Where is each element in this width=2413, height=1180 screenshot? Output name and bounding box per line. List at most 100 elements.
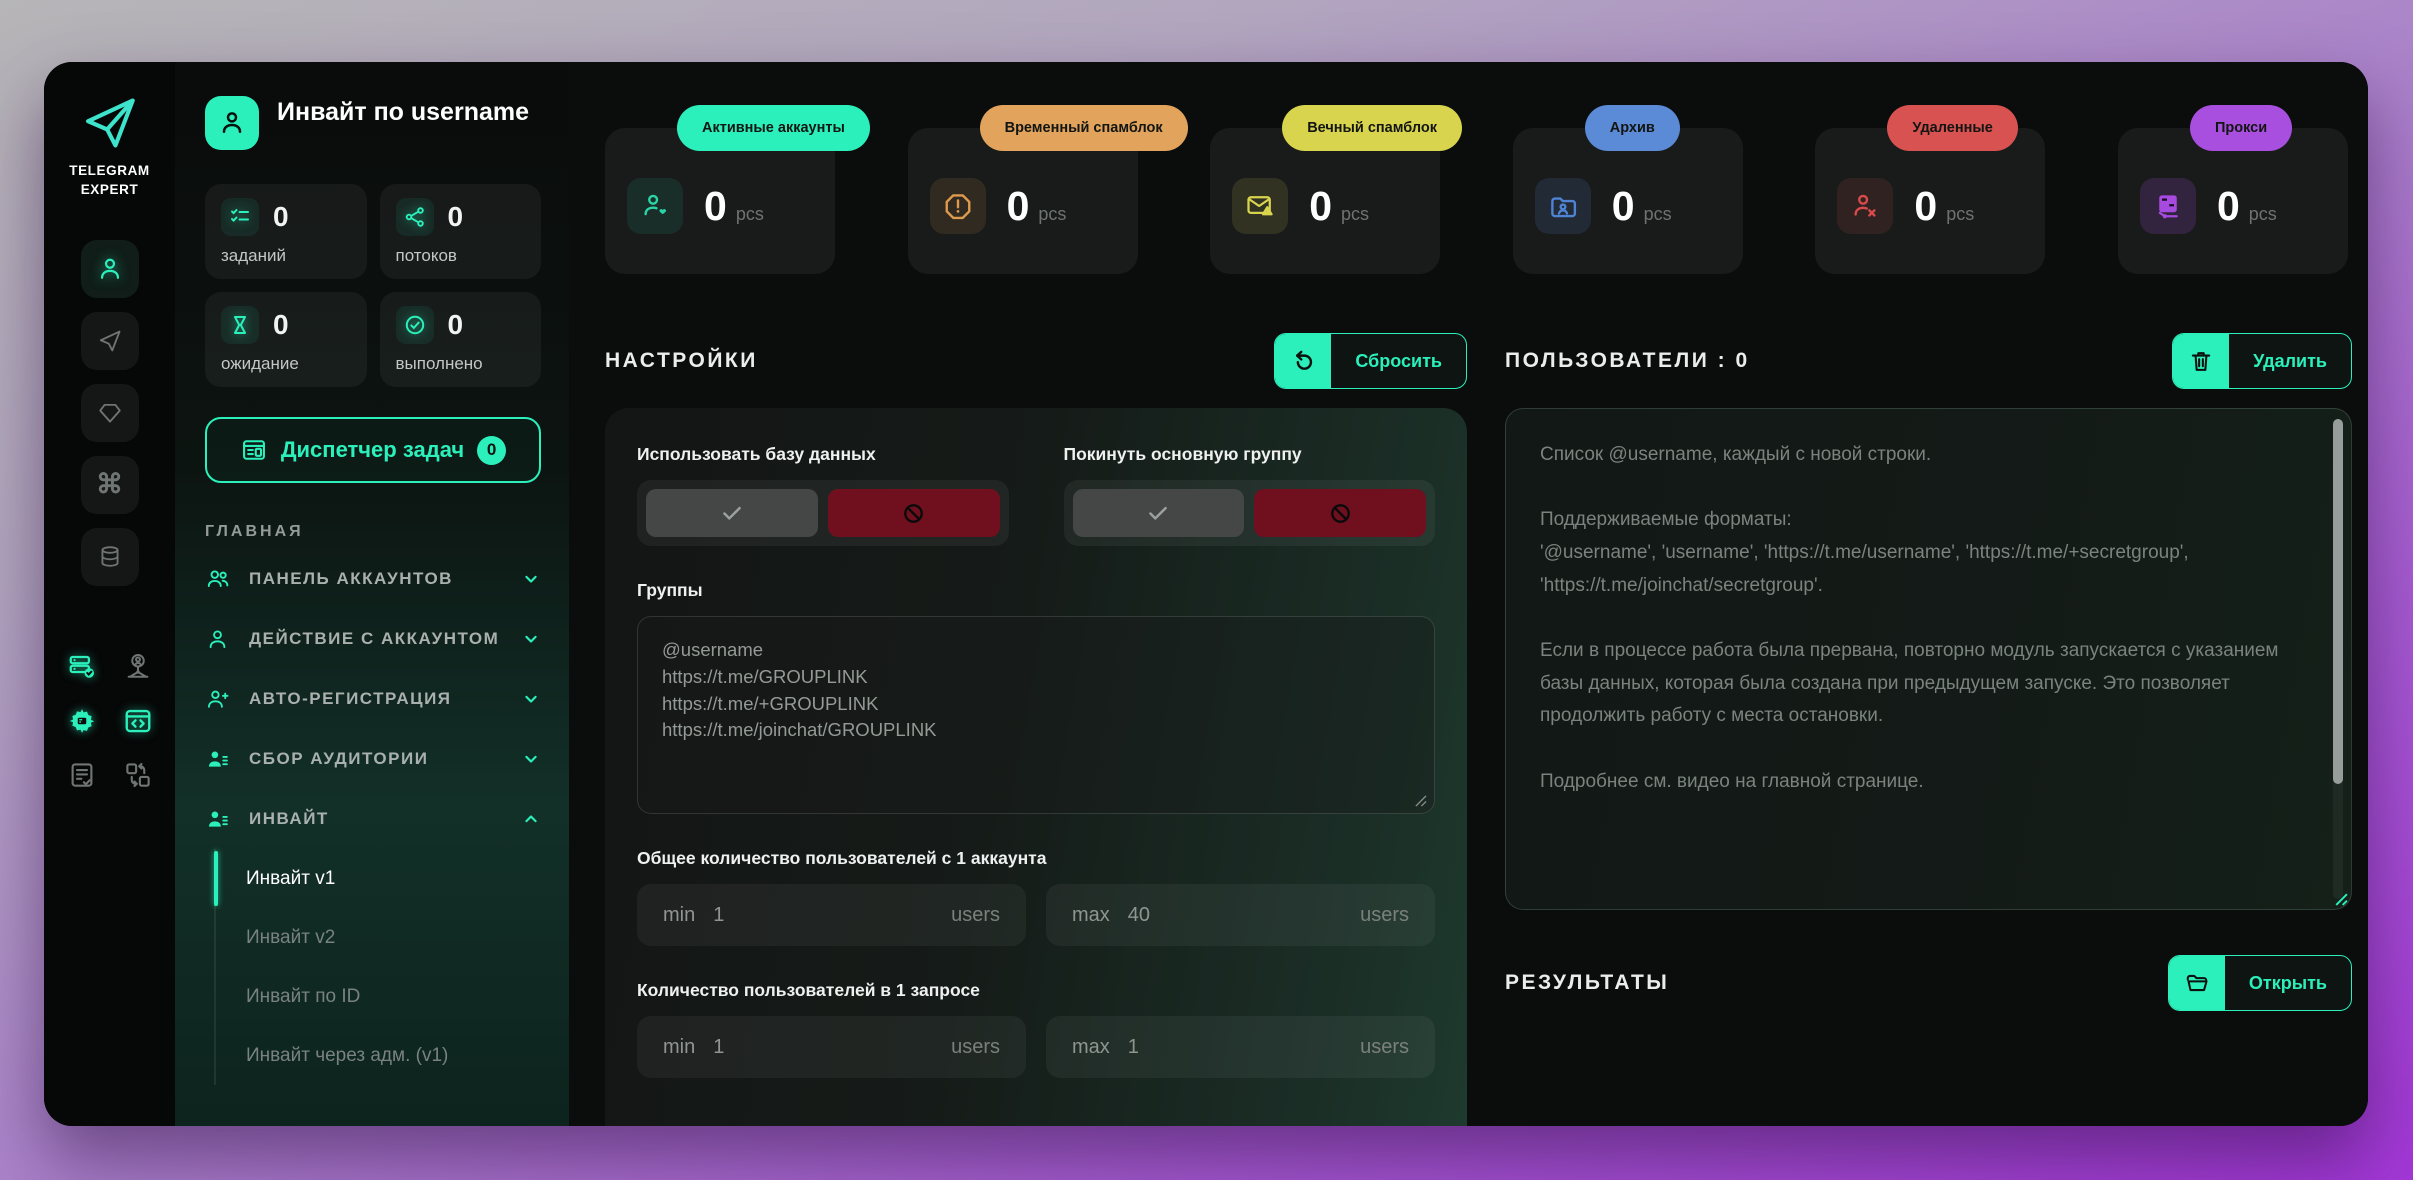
total-users-max-input[interactable]: max 40 users	[1046, 884, 1435, 946]
chevron-down-icon	[521, 569, 541, 589]
check-icon	[719, 500, 745, 526]
users-textarea[interactable]: Список @username, каждый с новой строки.…	[1505, 408, 2352, 910]
person-heart-icon	[627, 178, 683, 234]
telegram-expert-logo-icon	[79, 92, 141, 154]
stat-label: ожидание	[221, 354, 351, 374]
results-title: РЕЗУЛЬТАТЫ	[1505, 971, 1669, 995]
chevron-down-icon	[521, 749, 541, 769]
card-unit: pcs	[1946, 204, 1974, 224]
module-person-icon	[205, 96, 259, 150]
leave-group-no-button[interactable]	[1254, 489, 1426, 537]
swap-icon[interactable]	[123, 760, 153, 790]
checklist-icon	[221, 198, 259, 236]
server-check-icon[interactable]	[67, 652, 97, 682]
per-request-max-input[interactable]: max 1 users	[1046, 1016, 1435, 1078]
card-active-accounts: Активные аккаунты 0pcs	[605, 128, 835, 274]
hourglass-icon	[221, 306, 259, 344]
chevron-down-icon	[521, 629, 541, 649]
total-users-min-input[interactable]: min 1 users	[637, 884, 1026, 946]
stat-value: 0	[448, 201, 464, 233]
reset-button[interactable]: Сбросить	[1274, 333, 1467, 389]
rail-sender-button[interactable]	[81, 312, 139, 370]
open-button-label: Открыть	[2225, 956, 2351, 1010]
rail-premium-button[interactable]	[81, 384, 139, 442]
settings-panel: Использовать базу данных Покинуть основн…	[605, 408, 1467, 1126]
resize-handle-icon[interactable]	[2333, 891, 2348, 906]
status-badge: Вечный спамблок	[1282, 105, 1462, 151]
invite-submenu: Инвайт v1 Инвайт v2 Инвайт по ID Инвайт …	[214, 849, 541, 1085]
people-icon	[205, 566, 233, 592]
status-badge: Прокси	[2190, 105, 2292, 151]
status-badge: Временный спамблок	[980, 105, 1188, 151]
icon-rail: TELEGRAM EXPERT ⌘	[44, 62, 175, 1126]
scrollbar-track[interactable]	[2333, 419, 2343, 899]
card-deleted: Удаленные 0pcs	[1815, 128, 2045, 274]
stat-value: 0	[448, 309, 464, 341]
stat-value: 0	[273, 309, 289, 341]
diamond-icon	[97, 400, 123, 426]
rail-accounts-button[interactable]	[81, 240, 139, 298]
gear-icon[interactable]	[67, 706, 97, 736]
card-value: 0	[1309, 183, 1332, 229]
scrollbar-thumb[interactable]	[2333, 419, 2343, 784]
stat-card-waiting: 0 ожидание	[205, 292, 367, 387]
person-icon	[96, 255, 124, 283]
document-check-icon[interactable]	[67, 760, 97, 790]
chevron-up-icon	[521, 809, 541, 829]
groups-textarea[interactable]: @username https://t.me/GROUPLINK https:/…	[637, 616, 1435, 814]
use-database-no-button[interactable]	[828, 489, 1000, 537]
use-database-yes-button[interactable]	[646, 489, 818, 537]
nav-item-accounts-panel[interactable]: ПАНЕЛЬ АККАУНТОВ	[205, 549, 541, 609]
stat-card-done: 0 выполнено	[380, 292, 542, 387]
resize-handle-icon[interactable]	[1414, 794, 1427, 807]
min-value: 1	[713, 1036, 724, 1059]
code-window-icon[interactable]	[123, 706, 153, 736]
task-manager-button[interactable]: Диспетчер задач 0	[205, 417, 541, 483]
subnav-invite-by-id[interactable]: Инвайт по ID	[216, 967, 541, 1026]
nav-item-label: ДЕЙСТВИЕ С АККАУНТОМ	[249, 629, 505, 649]
use-database-toggle	[637, 480, 1009, 546]
task-manager-label: Диспетчер задач	[281, 437, 464, 463]
open-results-button[interactable]: Открыть	[2168, 955, 2352, 1011]
card-temp-spamblock: Временный спамблок 0pcs	[908, 128, 1138, 274]
check-circle-icon	[396, 306, 434, 344]
delete-users-button[interactable]: Удалить	[2172, 333, 2352, 389]
card-unit: pcs	[1644, 204, 1672, 224]
card-archive: Архив 0pcs	[1513, 128, 1743, 274]
user-network-icon[interactable]	[123, 652, 153, 682]
card-value: 0	[2217, 183, 2240, 229]
groups-label: Группы	[637, 580, 1435, 601]
subnav-invite-v2[interactable]: Инвайт v2	[216, 908, 541, 967]
per-request-min-input[interactable]: min 1 users	[637, 1016, 1026, 1078]
max-value: 1	[1128, 1036, 1139, 1059]
min-value: 1	[713, 904, 724, 927]
card-proxy: Прокси 0pcs	[2118, 128, 2348, 274]
stat-label: потоков	[396, 246, 526, 266]
module-title: Инвайт по username	[277, 96, 529, 128]
block-icon	[1327, 500, 1354, 527]
unit-label: users	[1360, 904, 1409, 927]
card-unit: pcs	[1038, 204, 1066, 224]
module-sidebar: Инвайт по username 0 заданий 0 потоков	[175, 62, 569, 1126]
leave-group-toggle	[1064, 480, 1436, 546]
min-prefix: min	[663, 904, 695, 927]
nav-item-label: СБОР АУДИТОРИИ	[249, 749, 505, 769]
status-badge: Удаленные	[1887, 105, 2017, 151]
leave-group-yes-button[interactable]	[1073, 489, 1245, 537]
rail-database-button[interactable]	[81, 528, 139, 586]
total-users-label: Общее количество пользователей с 1 аккау…	[637, 848, 1435, 869]
subnav-invite-via-admin[interactable]: Инвайт через адм. (v1)	[216, 1026, 541, 1085]
rail-command-button[interactable]: ⌘	[81, 456, 139, 514]
card-unit: pcs	[2249, 204, 2277, 224]
max-value: 40	[1128, 904, 1150, 927]
command-icon: ⌘	[96, 471, 123, 498]
subnav-invite-v1[interactable]: Инвайт v1	[216, 849, 541, 908]
nav-item-invite[interactable]: ИНВАЙТ	[205, 789, 541, 849]
nav-item-auto-registration[interactable]: АВТО-РЕГИСТРАЦИЯ	[205, 669, 541, 729]
nav-item-account-action[interactable]: ДЕЙСТВИЕ С АККАУНТОМ	[205, 609, 541, 669]
nav-section-label: ГЛАВНАЯ	[205, 523, 541, 541]
card-perm-spamblock: Вечный спамблок 0pcs	[1210, 128, 1440, 274]
stat-label: заданий	[221, 246, 351, 266]
main-content: Активные аккаунты 0pcs Временный спамбло…	[569, 62, 2368, 1126]
nav-item-audience-collection[interactable]: СБОР АУДИТОРИИ	[205, 729, 541, 789]
